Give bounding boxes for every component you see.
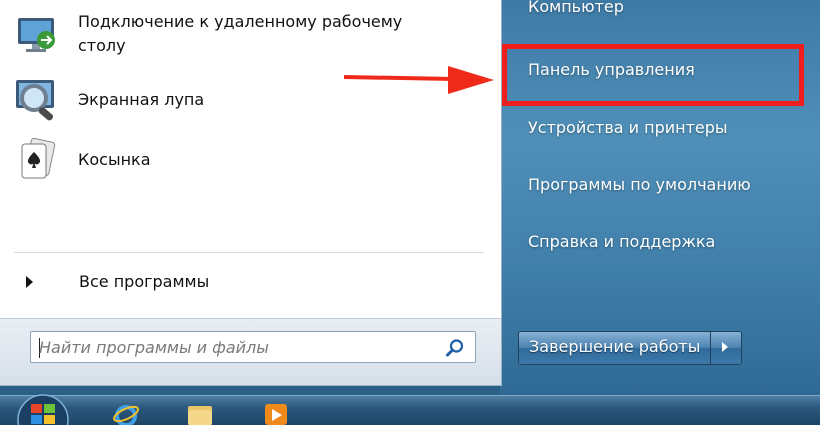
program-solitaire[interactable]: Косынка bbox=[14, 136, 151, 184]
divider bbox=[14, 252, 484, 253]
start-orb-icon[interactable] bbox=[14, 394, 72, 425]
annotation-arrow-icon bbox=[344, 66, 494, 94]
folder-icon[interactable] bbox=[186, 402, 214, 425]
shutdown-button[interactable]: Завершение работы bbox=[519, 332, 711, 364]
all-programs-button[interactable]: Все программы bbox=[18, 272, 209, 291]
menu-item-devices-printers[interactable]: Устройства и принтеры bbox=[528, 118, 728, 137]
magnifier-icon bbox=[16, 80, 54, 121]
media-player-icon[interactable] bbox=[262, 402, 290, 425]
search-area bbox=[0, 318, 501, 385]
internet-explorer-icon[interactable] bbox=[112, 402, 140, 425]
shutdown-group: Завершение работы bbox=[518, 331, 743, 365]
program-remote-desktop[interactable]: Подключение к удаленному рабочему столу bbox=[14, 10, 402, 58]
program-label: Косынка bbox=[78, 150, 151, 169]
search-box[interactable] bbox=[30, 331, 476, 363]
menu-item-help-support[interactable]: Справка и поддержка bbox=[528, 232, 715, 251]
menu-item-computer[interactable]: Компьютер bbox=[528, 0, 624, 16]
search-icon[interactable] bbox=[445, 338, 465, 358]
taskbar bbox=[0, 394, 820, 425]
highlight-box bbox=[502, 44, 804, 106]
all-programs-label: Все программы bbox=[79, 272, 210, 291]
program-label: Подключение к удаленному рабочему bbox=[78, 12, 403, 31]
program-label-line2: столу bbox=[78, 36, 126, 55]
program-label: Экранная лупа bbox=[78, 90, 205, 109]
remote-desktop-icon bbox=[18, 18, 55, 52]
program-magnifier[interactable]: Экранная лупа bbox=[14, 76, 204, 124]
chevron-right-icon bbox=[26, 275, 33, 288]
menu-item-default-programs[interactable]: Программы по умолчанию bbox=[528, 175, 751, 194]
solitaire-icon bbox=[21, 137, 56, 179]
chevron-right-icon bbox=[722, 342, 729, 352]
search-input[interactable] bbox=[37, 332, 429, 362]
shutdown-options-button[interactable] bbox=[710, 332, 742, 364]
start-menu-left-pane: Подключение к удаленному рабочему столу … bbox=[0, 0, 502, 386]
